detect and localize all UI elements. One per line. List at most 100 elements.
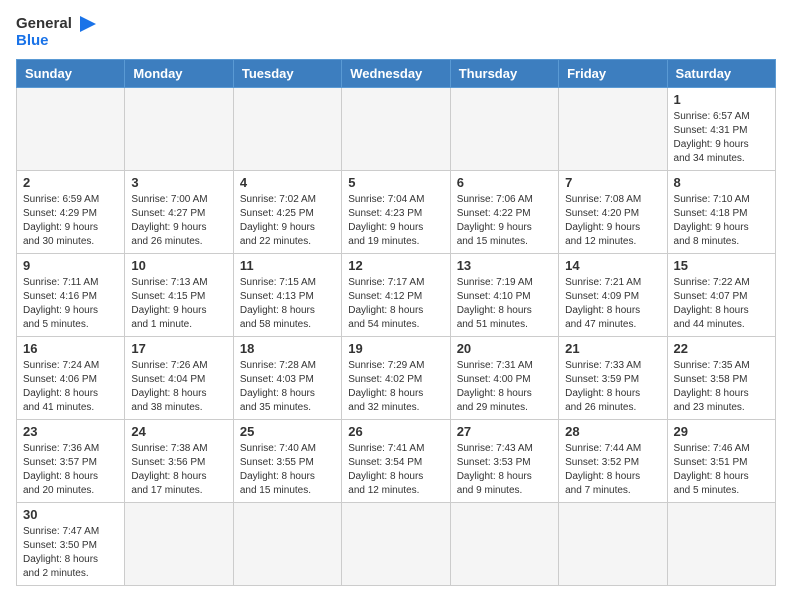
calendar-cell: 5 Sunrise: 7:04 AM Sunset: 4:23 PM Daylig… bbox=[342, 171, 450, 254]
day-number: 23 bbox=[23, 424, 118, 439]
day-number: 8 bbox=[674, 175, 769, 190]
calendar-cell: 30 Sunrise: 7:47 AM Sunset: 3:50 PM Dayli… bbox=[17, 503, 125, 586]
day-info: Sunrise: 7:33 AM Sunset: 3:59 PM Dayligh… bbox=[565, 359, 660, 415]
day-info: Sunrise: 7:13 AM Sunset: 4:15 PM Dayligh… bbox=[131, 276, 226, 332]
calendar-cell: 19 Sunrise: 7:29 AM Sunset: 4:02 PM Dayli… bbox=[342, 337, 450, 420]
logo-general: General bbox=[16, 16, 96, 33]
calendar-cell: 29Sunrise: 7:46 AM Sunset: 3:51 PM Dayli… bbox=[667, 420, 775, 503]
day-number: 13 bbox=[457, 258, 552, 273]
day-header-wednesday: Wednesday bbox=[342, 60, 450, 88]
day-info: Sunrise: 7:22 AM Sunset: 4:07 PM Dayligh… bbox=[674, 276, 769, 332]
day-info: Sunrise: 7:47 AM Sunset: 3:50 PM Dayligh… bbox=[23, 525, 118, 581]
day-number: 2 bbox=[23, 175, 118, 190]
day-info: Sunrise: 7:38 AM Sunset: 3:56 PM Dayligh… bbox=[131, 442, 226, 498]
day-number: 26 bbox=[348, 424, 443, 439]
calendar-cell: 16 Sunrise: 7:24 AM Sunset: 4:06 PM Dayli… bbox=[17, 337, 125, 420]
day-info: Sunrise: 7:36 AM Sunset: 3:57 PM Dayligh… bbox=[23, 442, 118, 498]
day-number: 11 bbox=[240, 258, 335, 273]
day-info: Sunrise: 7:46 AM Sunset: 3:51 PM Dayligh… bbox=[674, 442, 769, 498]
day-number: 1 bbox=[674, 92, 769, 107]
calendar-cell: 23 Sunrise: 7:36 AM Sunset: 3:57 PM Dayli… bbox=[17, 420, 125, 503]
calendar-cell: 14 Sunrise: 7:21 AM Sunset: 4:09 PM Dayli… bbox=[559, 254, 667, 337]
day-number: 5 bbox=[348, 175, 443, 190]
calendar-cell bbox=[450, 503, 558, 586]
calendar-cell: 1Sunrise: 6:57 AM Sunset: 4:31 PM Daylig… bbox=[667, 88, 775, 171]
calendar-cell: 12 Sunrise: 7:17 AM Sunset: 4:12 PM Dayli… bbox=[342, 254, 450, 337]
day-info: Sunrise: 7:29 AM Sunset: 4:02 PM Dayligh… bbox=[348, 359, 443, 415]
day-info: Sunrise: 7:21 AM Sunset: 4:09 PM Dayligh… bbox=[565, 276, 660, 332]
day-info: Sunrise: 7:43 AM Sunset: 3:53 PM Dayligh… bbox=[457, 442, 552, 498]
day-header-tuesday: Tuesday bbox=[233, 60, 341, 88]
day-info: Sunrise: 6:59 AM Sunset: 4:29 PM Dayligh… bbox=[23, 193, 118, 249]
day-info: Sunrise: 7:15 AM Sunset: 4:13 PM Dayligh… bbox=[240, 276, 335, 332]
week-row-6: 30 Sunrise: 7:47 AM Sunset: 3:50 PM Dayli… bbox=[17, 503, 776, 586]
day-info: Sunrise: 7:02 AM Sunset: 4:25 PM Dayligh… bbox=[240, 193, 335, 249]
day-number: 24 bbox=[131, 424, 226, 439]
calendar-cell: 25Sunrise: 7:40 AM Sunset: 3:55 PM Dayli… bbox=[233, 420, 341, 503]
calendar-cell: 22Sunrise: 7:35 AM Sunset: 3:58 PM Dayli… bbox=[667, 337, 775, 420]
week-row-5: 23 Sunrise: 7:36 AM Sunset: 3:57 PM Dayli… bbox=[17, 420, 776, 503]
calendar-cell: 15Sunrise: 7:22 AM Sunset: 4:07 PM Dayli… bbox=[667, 254, 775, 337]
logo: General Blue bbox=[16, 16, 96, 49]
day-number: 4 bbox=[240, 175, 335, 190]
calendar-cell: 7Sunrise: 7:08 AM Sunset: 4:20 PM Daylig… bbox=[559, 171, 667, 254]
day-info: Sunrise: 7:41 AM Sunset: 3:54 PM Dayligh… bbox=[348, 442, 443, 498]
day-info: Sunrise: 7:28 AM Sunset: 4:03 PM Dayligh… bbox=[240, 359, 335, 415]
week-row-2: 2 Sunrise: 6:59 AM Sunset: 4:29 PM Daylig… bbox=[17, 171, 776, 254]
calendar-cell bbox=[125, 503, 233, 586]
logo-blue: Blue bbox=[16, 33, 96, 50]
day-info: Sunrise: 7:17 AM Sunset: 4:12 PM Dayligh… bbox=[348, 276, 443, 332]
day-number: 12 bbox=[348, 258, 443, 273]
calendar-cell bbox=[233, 503, 341, 586]
calendar-cell bbox=[233, 88, 341, 171]
logo-container: General Blue bbox=[16, 16, 96, 49]
calendar-cell: 8Sunrise: 7:10 AM Sunset: 4:18 PM Daylig… bbox=[667, 171, 775, 254]
calendar-cell: 4 Sunrise: 7:02 AM Sunset: 4:25 PM Daylig… bbox=[233, 171, 341, 254]
calendar-cell bbox=[17, 88, 125, 171]
day-info: Sunrise: 7:40 AM Sunset: 3:55 PM Dayligh… bbox=[240, 442, 335, 498]
day-info: Sunrise: 7:31 AM Sunset: 4:00 PM Dayligh… bbox=[457, 359, 552, 415]
day-info: Sunrise: 7:08 AM Sunset: 4:20 PM Dayligh… bbox=[565, 193, 660, 249]
calendar-cell bbox=[125, 88, 233, 171]
calendar-cell: 27 Sunrise: 7:43 AM Sunset: 3:53 PM Dayli… bbox=[450, 420, 558, 503]
day-number: 17 bbox=[131, 341, 226, 356]
day-header-saturday: Saturday bbox=[667, 60, 775, 88]
day-info: Sunrise: 7:44 AM Sunset: 3:52 PM Dayligh… bbox=[565, 442, 660, 498]
calendar-cell bbox=[342, 88, 450, 171]
calendar-cell bbox=[450, 88, 558, 171]
day-info: Sunrise: 7:04 AM Sunset: 4:23 PM Dayligh… bbox=[348, 193, 443, 249]
day-number: 9 bbox=[23, 258, 118, 273]
calendar-cell bbox=[342, 503, 450, 586]
calendar-cell: 10Sunrise: 7:13 AM Sunset: 4:15 PM Dayli… bbox=[125, 254, 233, 337]
day-header-sunday: Sunday bbox=[17, 60, 125, 88]
day-info: Sunrise: 7:24 AM Sunset: 4:06 PM Dayligh… bbox=[23, 359, 118, 415]
day-number: 3 bbox=[131, 175, 226, 190]
day-number: 28 bbox=[565, 424, 660, 439]
week-row-3: 9 Sunrise: 7:11 AM Sunset: 4:16 PM Daylig… bbox=[17, 254, 776, 337]
day-number: 16 bbox=[23, 341, 118, 356]
calendar-cell: 28 Sunrise: 7:44 AM Sunset: 3:52 PM Dayli… bbox=[559, 420, 667, 503]
day-number: 14 bbox=[565, 258, 660, 273]
calendar-cell: 9 Sunrise: 7:11 AM Sunset: 4:16 PM Daylig… bbox=[17, 254, 125, 337]
day-info: Sunrise: 7:19 AM Sunset: 4:10 PM Dayligh… bbox=[457, 276, 552, 332]
day-number: 30 bbox=[23, 507, 118, 522]
calendar-cell: 13 Sunrise: 7:19 AM Sunset: 4:10 PM Dayli… bbox=[450, 254, 558, 337]
week-row-4: 16 Sunrise: 7:24 AM Sunset: 4:06 PM Dayli… bbox=[17, 337, 776, 420]
day-number: 20 bbox=[457, 341, 552, 356]
calendar-cell: 17 Sunrise: 7:26 AM Sunset: 4:04 PM Dayli… bbox=[125, 337, 233, 420]
calendar-cell bbox=[559, 503, 667, 586]
day-number: 22 bbox=[674, 341, 769, 356]
calendar-cell: 26 Sunrise: 7:41 AM Sunset: 3:54 PM Dayli… bbox=[342, 420, 450, 503]
day-number: 27 bbox=[457, 424, 552, 439]
day-number: 21 bbox=[565, 341, 660, 356]
day-info: Sunrise: 7:26 AM Sunset: 4:04 PM Dayligh… bbox=[131, 359, 226, 415]
page-header: General Blue bbox=[16, 16, 776, 49]
day-info: Sunrise: 7:11 AM Sunset: 4:16 PM Dayligh… bbox=[23, 276, 118, 332]
day-header-monday: Monday bbox=[125, 60, 233, 88]
calendar-cell: 20 Sunrise: 7:31 AM Sunset: 4:00 PM Dayli… bbox=[450, 337, 558, 420]
calendar-cell: 6Sunrise: 7:06 AM Sunset: 4:22 PM Daylig… bbox=[450, 171, 558, 254]
calendar-cell: 3Sunrise: 7:00 AM Sunset: 4:27 PM Daylig… bbox=[125, 171, 233, 254]
calendar-cell: 24 Sunrise: 7:38 AM Sunset: 3:56 PM Dayli… bbox=[125, 420, 233, 503]
day-number: 19 bbox=[348, 341, 443, 356]
day-number: 6 bbox=[457, 175, 552, 190]
